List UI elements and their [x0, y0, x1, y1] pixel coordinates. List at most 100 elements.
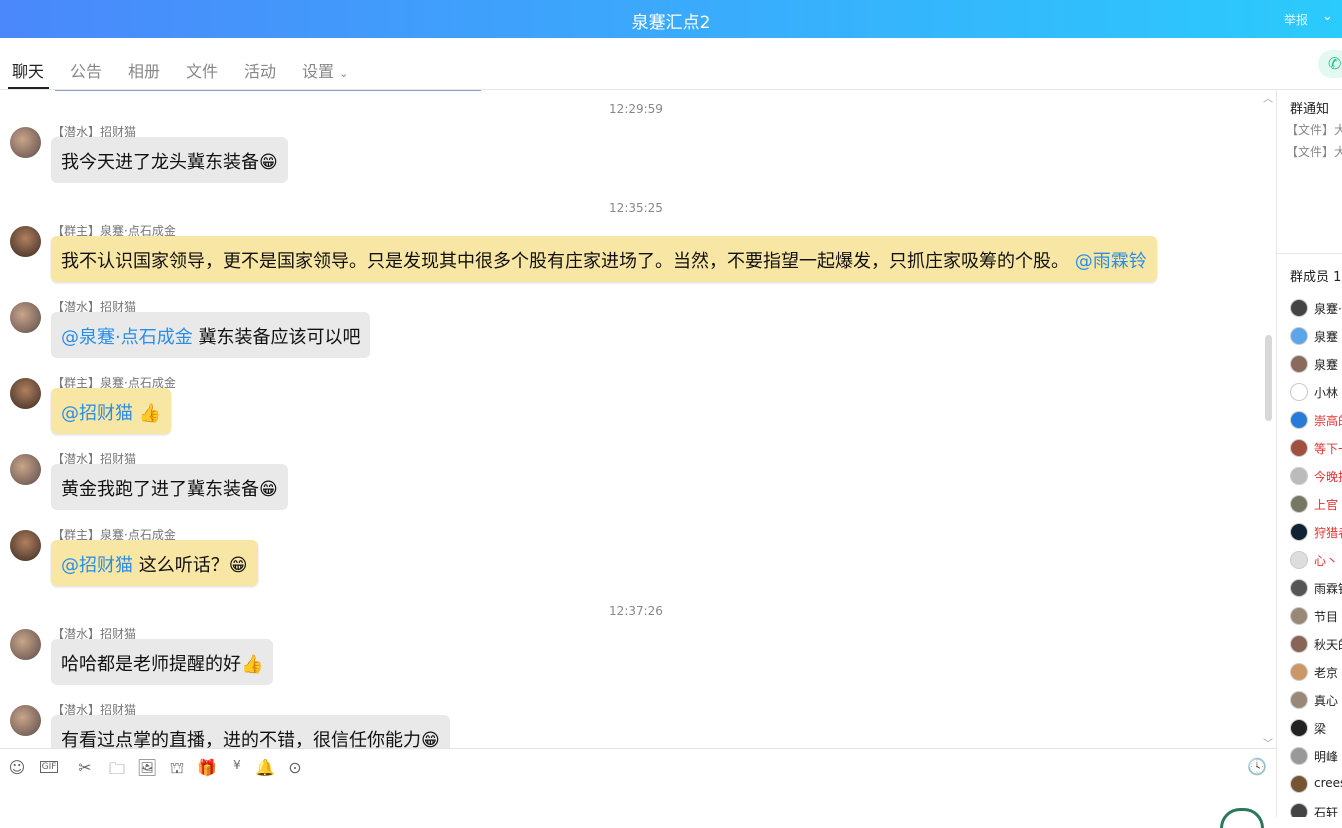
member-name: crees: [1314, 776, 1342, 790]
members-title: 群成员 1: [1290, 270, 1342, 285]
emoji-icon[interactable]: ☺: [6, 758, 28, 777]
message-bubble[interactable]: @招财猫 👍: [51, 388, 172, 434]
avatar: [1290, 635, 1308, 653]
gift-icon[interactable]: 🎁: [196, 758, 218, 777]
avatar: [1290, 691, 1308, 709]
notice-title: 群通知: [1290, 102, 1330, 117]
member-name: 雨霖铃: [1314, 582, 1342, 596]
title-bar: 泉蹇汇点2 举报 ⌄: [0, 0, 1342, 38]
scrollbar[interactable]: [1265, 335, 1272, 421]
message-bubble[interactable]: @招财猫 这么听话？😁: [51, 540, 258, 586]
member-name: 梁: [1314, 722, 1327, 736]
message-bubble[interactable]: 哈哈都是老师提醒的好👍: [51, 639, 274, 685]
chevron-down-icon: ⌄: [339, 67, 349, 80]
divider: [0, 748, 1276, 749]
member-name: 真心: [1314, 694, 1339, 708]
avatar[interactable]: [10, 378, 41, 409]
mention[interactable]: @雨霖铃: [1075, 251, 1147, 272]
avatar: [1290, 467, 1308, 485]
mention[interactable]: @招财猫: [61, 403, 133, 424]
avatar[interactable]: [10, 226, 41, 257]
folder-icon[interactable]: 🗀: [106, 758, 128, 785]
mention[interactable]: @泉蹇·点石成金: [61, 327, 193, 348]
thumbs-up-emoji-icon: 👍: [138, 403, 162, 424]
history-clock-icon[interactable]: 🕓: [1247, 757, 1267, 776]
message-text: 我不认识国家领导，更不是国家领导。只是发现其中很多个股有庄家进场了。当然，不要指…: [61, 251, 1069, 272]
member-name: 泉蹇: [1314, 358, 1339, 372]
gif-icon[interactable]: GIF: [40, 761, 58, 773]
member-name: 泉蹇·: [1314, 302, 1342, 316]
avatar[interactable]: [10, 705, 41, 736]
message-text: 我今天进了龙头冀东装备: [61, 152, 259, 173]
scissors-icon[interactable]: ✂: [74, 758, 96, 777]
report-link[interactable]: 举报: [1284, 11, 1308, 28]
chat-area[interactable]: 12:29:59 【潜水】招财猫 我今天进了龙头冀东装备😁 12:35:25 【群主】泉…: [0, 90, 1276, 748]
timestamp: 12:35:25: [609, 201, 663, 215]
mention[interactable]: @招财猫: [61, 555, 133, 576]
avatar: [1290, 327, 1308, 345]
avatar: [1290, 523, 1308, 541]
notice-item[interactable]: 【文件】大: [1286, 121, 1342, 138]
avatar[interactable]: [10, 127, 41, 158]
avatar: [1290, 775, 1308, 793]
tab-announcements[interactable]: 公告: [70, 58, 102, 82]
logo: [1220, 808, 1264, 828]
phone-call-button[interactable]: ✆: [1318, 50, 1342, 78]
bell-icon[interactable]: 🔔: [254, 758, 276, 777]
divider: [55, 90, 481, 91]
grin-emoji-icon: 😁: [259, 479, 278, 500]
tab-bar: 聊天 公告 相册 文件 活动 设置 ⌄ ✆: [0, 38, 1342, 90]
active-tab-indicator: [8, 87, 49, 89]
avatar: [1290, 663, 1308, 681]
divider: [1277, 253, 1342, 254]
image-icon[interactable]: 🖼: [136, 758, 158, 777]
member-name: 老京: [1314, 666, 1339, 680]
member-name: 泉蹇: [1314, 330, 1339, 344]
member-name: 狩猎者: [1314, 526, 1342, 540]
tab-chat[interactable]: 聊天: [12, 58, 44, 82]
member-name: 崇高的: [1314, 414, 1342, 428]
message-text: 哈哈都是老师提醒的好: [61, 654, 241, 675]
tab-settings[interactable]: 设置 ⌄: [302, 58, 348, 82]
avatar[interactable]: [10, 454, 41, 485]
message-text: 有看过点掌的直播，进的不错，很信任你能力: [61, 730, 421, 748]
tab-album[interactable]: 相册: [128, 58, 160, 82]
avatar: [1290, 299, 1308, 317]
avatar: [1290, 607, 1308, 625]
tab-activities[interactable]: 活动: [244, 58, 276, 82]
red-packet-icon[interactable]: ¥: [226, 758, 248, 772]
right-panel: 群通知 【文件】大 【文件】大 群成员 1 泉蹇·泉蹇泉蹇小林崇高的等下一今晚抄…: [1276, 90, 1342, 817]
scroll-up-icon[interactable]: ︿: [1263, 90, 1273, 105]
message-text: 黄金我跑了进了冀东装备: [61, 479, 259, 500]
message-bubble[interactable]: 我今天进了龙头冀东装备😁: [51, 137, 288, 183]
avatar[interactable]: [10, 530, 41, 561]
timestamp: 12:29:59: [609, 102, 663, 116]
message-bubble[interactable]: 我不认识国家领导，更不是国家领导。只是发现其中很多个股有庄家进场了。当然，不要指…: [51, 236, 1157, 282]
phone-icon: ✆: [1328, 54, 1342, 73]
notice-item[interactable]: 【文件】大: [1286, 143, 1342, 160]
message-bubble[interactable]: 黄金我跑了进了冀东装备😁: [51, 464, 288, 510]
member-name: 石轩: [1314, 806, 1339, 817]
grin-emoji-icon: 😁: [228, 555, 248, 576]
group-title: 泉蹇汇点2: [631, 13, 711, 33]
message-text: 冀东装备应该可以吧: [198, 327, 361, 348]
message-text: 这么听话？: [138, 555, 229, 576]
grin-emoji-icon: 😁: [259, 152, 278, 173]
thumbs-up-emoji-icon: 👍: [241, 654, 264, 675]
avatar: [1290, 495, 1308, 513]
member-name: 节目: [1314, 610, 1339, 624]
avatar[interactable]: [10, 629, 41, 660]
avatar[interactable]: [10, 302, 41, 333]
avatar: [1290, 355, 1308, 373]
shop-icon[interactable]: ⛫: [166, 758, 188, 779]
member-name: 等下一: [1314, 442, 1342, 456]
tab-files[interactable]: 文件: [186, 58, 218, 82]
timestamp: 12:37:26: [609, 604, 663, 618]
message-bubble[interactable]: 有看过点掌的直播，进的不错，很信任你能力😁: [51, 715, 450, 748]
more-icon[interactable]: ⊙: [284, 758, 306, 777]
member-name: 明峰: [1314, 750, 1339, 764]
avatar: [1290, 719, 1308, 737]
member-name: 小林: [1314, 386, 1339, 400]
message-bubble[interactable]: @泉蹇·点石成金 冀东装备应该可以吧: [51, 312, 371, 358]
chevron-down-icon[interactable]: ⌄: [1322, 9, 1333, 24]
